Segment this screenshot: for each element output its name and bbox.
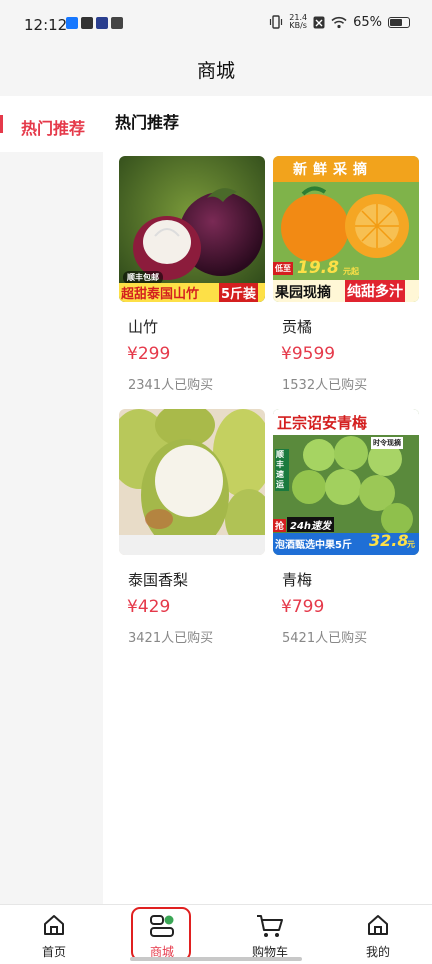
- image-top-text: 新鲜采摘: [293, 162, 373, 178]
- product-card-tangerine[interactable]: 新鲜采摘 低至 19.8 元起 果园现摘 纯甜多汁 贡橘 ¥9599 1532人…: [273, 156, 419, 396]
- nav-home[interactable]: 首页: [0, 905, 108, 964]
- product-price: ¥799: [281, 597, 325, 617]
- product-name: 山竹: [128, 318, 159, 336]
- wifi-icon: [331, 16, 347, 28]
- product-sales: 1532人已购买: [282, 378, 368, 393]
- page-title: 商城: [196, 60, 235, 82]
- product-name: 青梅: [282, 571, 313, 589]
- category-sidebar: 热门推荐: [0, 96, 103, 904]
- product-image[interactable]: 新鲜采摘 低至 19.8 元起 果园现摘 纯甜多汁: [273, 156, 419, 302]
- nav-label: 我的: [365, 945, 390, 959]
- nav-profile[interactable]: 我的: [324, 905, 432, 964]
- active-indicator: [0, 115, 3, 133]
- sidebar-item-hot[interactable]: 热门推荐: [0, 96, 103, 152]
- product-name: 泰国香梨: [128, 571, 189, 589]
- home-icon: [44, 915, 64, 935]
- battery-icon: [388, 16, 410, 28]
- home-indicator[interactable]: [130, 957, 302, 961]
- product-image[interactable]: [119, 409, 265, 555]
- status-right: 21.4 KB/s 65%: [269, 14, 410, 30]
- alipay-icon: [66, 17, 78, 29]
- nav-cart[interactable]: 购物车: [216, 905, 324, 964]
- battery-percent: 65%: [353, 14, 382, 30]
- section-title: 热门推荐: [115, 113, 180, 132]
- image-banner: 低至 19.8 元起 果园现摘 纯甜多汁: [273, 258, 419, 302]
- profile-icon: [368, 915, 388, 935]
- product-sales: 3421人已购买: [128, 631, 214, 646]
- product-name: 贡橘: [282, 318, 313, 336]
- image-top-text: 正宗诏安青梅: [277, 414, 368, 432]
- mail-icon: [111, 17, 123, 29]
- sidebar-item-label: 热门推荐: [21, 119, 86, 138]
- product-sales: 2341人已购买: [128, 378, 214, 393]
- active-tab-highlight: [131, 907, 191, 961]
- product-image[interactable]: 顺丰包邮 超甜泰国山竹 5斤装: [119, 156, 265, 302]
- product-sales: 5421人已购买: [282, 631, 368, 646]
- net-speed: 21.4 KB/s: [289, 13, 308, 30]
- product-price: ¥429: [127, 597, 171, 617]
- vibrate-icon: [270, 15, 283, 29]
- product-price: ¥9599: [281, 344, 336, 364]
- cart-icon: [257, 915, 283, 937]
- notification-icons: [66, 17, 123, 29]
- product-card-pear[interactable]: 泰国香梨 ¥429 3421人已购买: [119, 409, 265, 649]
- play-icon: [96, 17, 108, 29]
- product-card-mangosteen[interactable]: 顺丰包邮 超甜泰国山竹 5斤装 山竹 ¥299 2341人已购买: [119, 156, 265, 396]
- status-time: 12:12: [24, 16, 68, 34]
- nav-label: 首页: [41, 945, 66, 959]
- status-bar: 12:12 21.4 KB/s 65%: [0, 0, 432, 50]
- product-price: ¥299: [127, 344, 171, 364]
- app-icon: [81, 17, 93, 29]
- product-image[interactable]: 正宗诏安青梅 时令现摘 顺丰速运 抢 24h速发 泡酒甄选中果5斤 32.8 元: [273, 409, 419, 555]
- product-card-green-plum[interactable]: 正宗诏安青梅 时令现摘 顺丰速运 抢 24h速发 泡酒甄选中果5斤 32.8 元…: [273, 409, 419, 649]
- bottom-nav: 首页 商城 购物车 我的: [0, 904, 432, 964]
- product-panel: 热门推荐 顺丰包邮 超甜泰国山竹 5斤装 山竹 ¥299 2341人已购买 新鲜…: [103, 96, 432, 904]
- sim-icon: [313, 16, 325, 28]
- image-banner: 超甜泰国山竹 5斤装: [119, 283, 265, 302]
